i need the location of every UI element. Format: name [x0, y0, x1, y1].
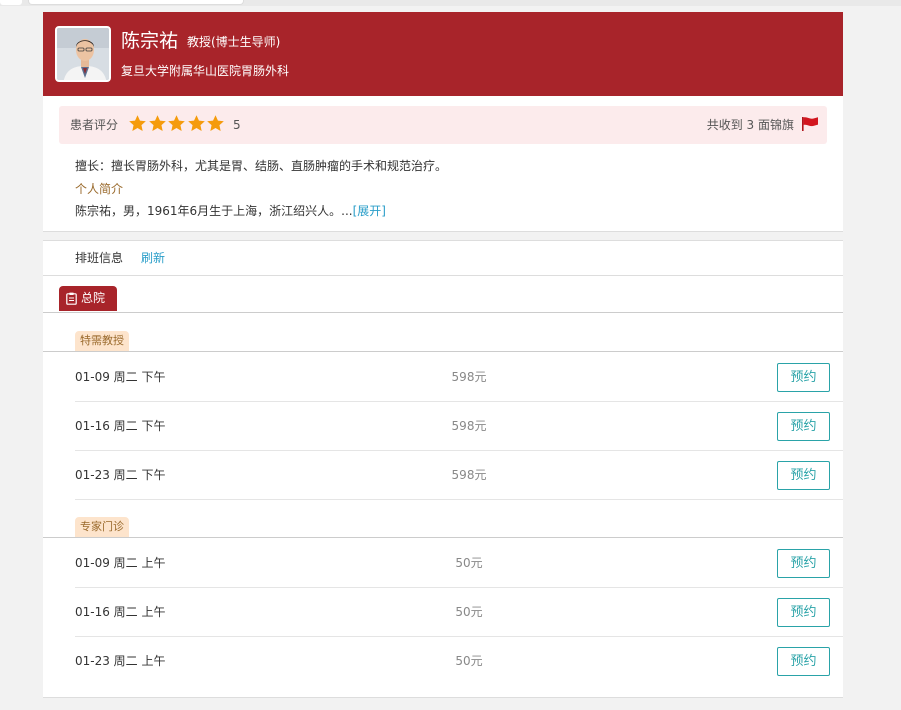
slot-date: 01-23 周二 上午	[75, 654, 166, 668]
doctor-avatar	[55, 26, 111, 82]
star-icon	[129, 115, 146, 131]
divider	[43, 697, 843, 698]
rating-stars	[128, 113, 226, 135]
intro-title: 个人简介	[75, 182, 124, 196]
star-icon	[187, 115, 205, 131]
schedule-row: 01-09 周二 下午 598元 预约	[75, 353, 843, 402]
divider	[43, 351, 843, 352]
refresh-link[interactable]: 刷新	[141, 250, 165, 266]
banner-count: 共收到 3 面锦旗	[706, 118, 794, 132]
doctor-specialty: 擅长：擅长胃肠外科，尤其是胃、结肠、直肠肿瘤的手术和规范治疗。	[75, 159, 448, 173]
category-tag: 特需教授	[75, 331, 129, 351]
slot-date: 01-16 周二 下午	[75, 419, 166, 433]
slot-price: 598元	[451, 419, 487, 433]
schedule-row: 01-16 周二 下午 598元 预约	[75, 402, 843, 451]
book-button[interactable]: 预约	[777, 647, 830, 676]
expand-intro-link[interactable]: [展开]	[353, 204, 386, 218]
doctor-header: 陈宗祐 教授(博士生导师) 复旦大学附属华山医院胃肠外科	[43, 12, 843, 96]
doctor-card: 陈宗祐 教授(博士生导师) 复旦大学附属华山医院胃肠外科 患者评分 5 共收到 …	[43, 12, 843, 698]
slot-price: 50元	[455, 556, 483, 570]
slot-date: 01-16 周二 上午	[75, 605, 166, 619]
section-separator	[43, 231, 843, 241]
slot-date: 01-09 周二 下午	[75, 370, 166, 384]
schedule-row: 01-23 周二 下午 598元 预约	[75, 451, 843, 500]
campus-tab[interactable]: 总院	[59, 286, 117, 311]
rating-value: 5	[233, 118, 241, 132]
browser-top-strip	[0, 0, 901, 6]
divider	[43, 312, 843, 313]
slot-date: 01-09 周二 上午	[75, 556, 166, 570]
slot-date: 01-23 周二 下午	[75, 468, 166, 482]
book-button[interactable]: 预约	[777, 412, 830, 441]
slot-price: 598元	[451, 468, 487, 482]
star-icon	[207, 115, 224, 131]
star-icon	[168, 115, 185, 131]
doctor-title: 教授(博士生导师)	[187, 35, 281, 49]
browser-tab[interactable]	[0, 0, 22, 5]
schedule-label: 排班信息	[75, 251, 124, 265]
avatar-photo	[57, 28, 109, 80]
rating-bar: 患者评分 5 共收到 3 面锦旗	[59, 106, 827, 144]
book-button[interactable]: 预约	[777, 598, 830, 627]
schedule-row: 01-16 周二 上午 50元 预约	[75, 588, 843, 637]
row-divider	[75, 499, 843, 500]
doctor-hospital: 复旦大学附属华山医院胃肠外科	[121, 64, 290, 78]
divider	[43, 275, 843, 276]
clipboard-icon	[66, 292, 77, 305]
schedule-row: 01-23 周二 上午 50元 预约	[75, 637, 843, 686]
rating-label: 患者评分	[70, 118, 119, 132]
intro-text: 陈宗祐，男，1961年6月生于上海，浙江绍兴人。...[展开]	[75, 203, 386, 219]
slot-price: 598元	[451, 370, 487, 384]
star-icon	[148, 115, 166, 131]
divider	[43, 537, 843, 538]
browser-tab[interactable]	[28, 0, 244, 5]
book-button[interactable]: 预约	[777, 363, 830, 392]
slot-price: 50元	[455, 654, 483, 668]
category-tag: 专家门诊	[75, 517, 129, 537]
intro-summary: 陈宗祐，男，1961年6月生于上海，浙江绍兴人。...	[75, 204, 353, 218]
campus-tab-label: 总院	[81, 291, 106, 305]
doctor-name: 陈宗祐	[121, 30, 179, 52]
slot-price: 50元	[455, 605, 483, 619]
book-button[interactable]: 预约	[777, 461, 830, 490]
schedule-row: 01-09 周二 上午 50元 预约	[75, 539, 843, 588]
book-button[interactable]: 预约	[777, 549, 830, 578]
flag-icon	[802, 117, 818, 131]
